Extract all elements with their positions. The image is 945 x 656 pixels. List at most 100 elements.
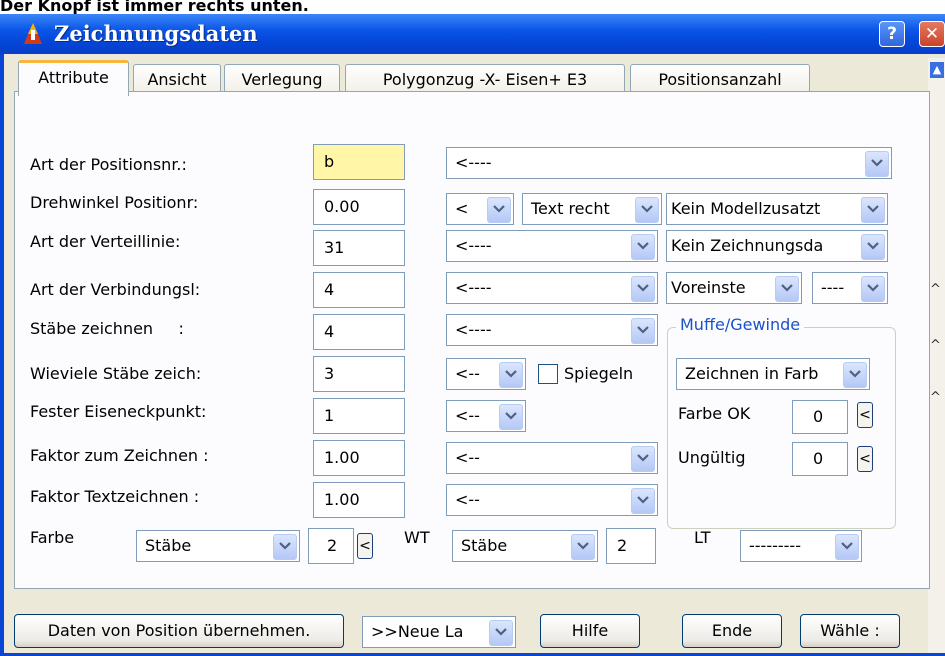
text-richtung-combo[interactable]: Text recht <box>522 193 662 225</box>
ende-button[interactable]: Ende <box>682 614 782 648</box>
verbindungsl-combo[interactable]: <---- <box>446 272 658 304</box>
combo-value: Kein Modellzusatzt <box>671 199 821 218</box>
app-icon <box>24 23 42 44</box>
eiseneckpunkt-input[interactable]: 1 <box>313 398 405 434</box>
neue-lage-combo[interactable]: >>Neue La <box>362 616 516 648</box>
help-title-button[interactable]: ? <box>879 21 905 47</box>
combo-value: Stäbe <box>461 536 508 555</box>
label-drehwinkel: Drehwinkel Positionr: <box>30 193 199 212</box>
verteillinie-combo[interactable]: <---- <box>446 230 658 262</box>
close-button[interactable]: ✕ <box>919 21 945 47</box>
farbe-value-input[interactable]: 2 <box>308 528 354 564</box>
combo-value: Text recht <box>531 199 610 218</box>
combo-value: Kein Zeichnungsda <box>671 236 824 255</box>
faktor-zeichnen-input[interactable]: 1.00 <box>313 440 405 476</box>
chevron-down-icon[interactable] <box>499 362 523 388</box>
combo-value: >>Neue La <box>371 622 464 641</box>
chevron-down-icon[interactable] <box>571 534 595 560</box>
verbindungsl-input[interactable]: 4 <box>313 272 405 308</box>
chevron-down-icon[interactable] <box>865 151 889 177</box>
lt-label: LT <box>694 528 711 547</box>
combo-value: <-- <box>455 448 480 467</box>
combo-value: Stäbe <box>145 536 192 555</box>
wt-label: WT <box>404 528 430 547</box>
chevron-down-icon[interactable] <box>273 534 297 560</box>
chevron-down-icon[interactable] <box>775 276 799 302</box>
daten-uebernehmen-button[interactable]: Daten von Position übernehmen. <box>14 614 344 648</box>
farbe-combo[interactable]: Stäbe <box>136 530 300 562</box>
scrollbar[interactable] <box>928 58 945 656</box>
chevron-down-icon[interactable] <box>635 197 659 223</box>
chevron-down-icon[interactable] <box>499 404 523 430</box>
combo-value: Zeichnen in Farb <box>685 364 819 383</box>
caption-text: Der Knopf ist immer rechts unten. <box>0 0 309 15</box>
label-staebe-zeichnen: Stäbe zeichnen : <box>30 319 184 338</box>
waehle-button[interactable]: Wähle : <box>800 614 900 648</box>
drehwinkel-dir-combo[interactable]: < <box>446 193 514 225</box>
spiegeln-label: Spiegeln <box>564 364 634 383</box>
label-verteillinie: Art der Verteillinie: <box>30 232 181 251</box>
lt-combo[interactable]: --------- <box>740 530 862 562</box>
faktor-zeichnen-combo[interactable]: <-- <box>446 442 658 474</box>
chevron-down-icon[interactable] <box>631 234 655 260</box>
combo-value: <---- <box>455 153 492 172</box>
window-title: Zeichnungsdaten <box>54 21 258 46</box>
label-art-positionsnr: Art der Positionsnr.: <box>30 155 187 174</box>
wt-combo[interactable]: Stäbe <box>452 530 598 562</box>
verteillinie-input[interactable]: 31 <box>313 230 405 266</box>
farbe-ok-input[interactable]: 0 <box>792 400 848 434</box>
eiseneckpunkt-combo[interactable]: <-- <box>446 400 526 432</box>
chevron-down-icon[interactable] <box>631 488 655 514</box>
voreinstellung-combo[interactable]: Voreinste <box>666 272 802 304</box>
farbe-label: Farbe <box>30 528 75 547</box>
ungueltig-pick-button[interactable]: < <box>857 446 873 472</box>
ungueltig-label: Ungültig <box>678 448 746 467</box>
chevron-down-icon[interactable] <box>631 276 655 302</box>
scroll-up-icon[interactable]: ▲ <box>930 62 944 78</box>
wt-value-input[interactable]: 2 <box>606 528 656 564</box>
label-faktor-text: Faktor Textzeichnen : <box>30 487 200 506</box>
spiegeln-checkbox[interactable] <box>538 364 558 384</box>
chevron-down-icon[interactable] <box>489 620 513 646</box>
combo-value: <---- <box>455 236 492 255</box>
combo-value: <---- <box>455 320 492 339</box>
chevron-down-icon[interactable] <box>835 534 859 560</box>
chevron-down-icon[interactable] <box>843 362 867 388</box>
combo-value: <---- <box>455 278 492 297</box>
farbe-ok-label: Farbe OK <box>678 404 751 423</box>
ungueltig-input[interactable]: 0 <box>792 442 848 476</box>
combo-value: ---- <box>821 278 845 297</box>
drehwinkel-input[interactable]: 0.00 <box>313 189 405 225</box>
combo-value: <-- <box>455 490 480 509</box>
chevron-down-icon[interactable] <box>631 446 655 472</box>
caret-up-icon: ^ <box>930 338 941 353</box>
positionsnr-combo[interactable]: <---- <box>446 147 892 179</box>
label-faktor-zeichnen: Faktor zum Zeichnen : <box>30 446 209 465</box>
hilfe-button[interactable]: Hilfe <box>540 614 640 648</box>
chevron-down-icon[interactable] <box>631 318 655 344</box>
chevron-down-icon[interactable] <box>861 234 885 260</box>
wieviele-input[interactable]: 3 <box>313 356 405 392</box>
zeichnungsdaten-combo[interactable]: Kein Zeichnungsda <box>666 230 888 262</box>
staebe-zeichnen-input[interactable]: 4 <box>313 314 405 350</box>
combo-value: --------- <box>749 536 801 555</box>
modellzusatz-combo[interactable]: Kein Modellzusatzt <box>666 193 888 225</box>
linie-combo[interactable]: ---- <box>812 272 888 304</box>
farbe-ok-pick-button[interactable]: < <box>857 402 873 428</box>
tab-attribute[interactable]: Attribute <box>18 60 129 96</box>
wieviele-combo[interactable]: <-- <box>446 358 526 390</box>
muffe-zeichnen-combo[interactable]: Zeichnen in Farb <box>676 358 870 390</box>
positionsnr-input[interactable]: b <box>313 144 405 180</box>
staebe-zeichnen-combo[interactable]: <---- <box>446 314 658 346</box>
faktor-text-combo[interactable]: <-- <box>446 484 658 516</box>
combo-value: Voreinste <box>671 278 746 297</box>
caret-up-icon: ^ <box>930 282 941 297</box>
chevron-down-icon[interactable] <box>861 197 885 223</box>
faktor-text-input[interactable]: 1.00 <box>313 482 405 518</box>
combo-value: < <box>455 199 469 218</box>
label-verbindungsl: Art der Verbindungsl: <box>30 280 201 299</box>
muffe-gewinde-title: Muffe/Gewinde <box>676 315 805 334</box>
chevron-down-icon[interactable] <box>487 197 511 223</box>
farbe-pick-button[interactable]: < <box>357 533 373 559</box>
chevron-down-icon[interactable] <box>861 276 885 302</box>
